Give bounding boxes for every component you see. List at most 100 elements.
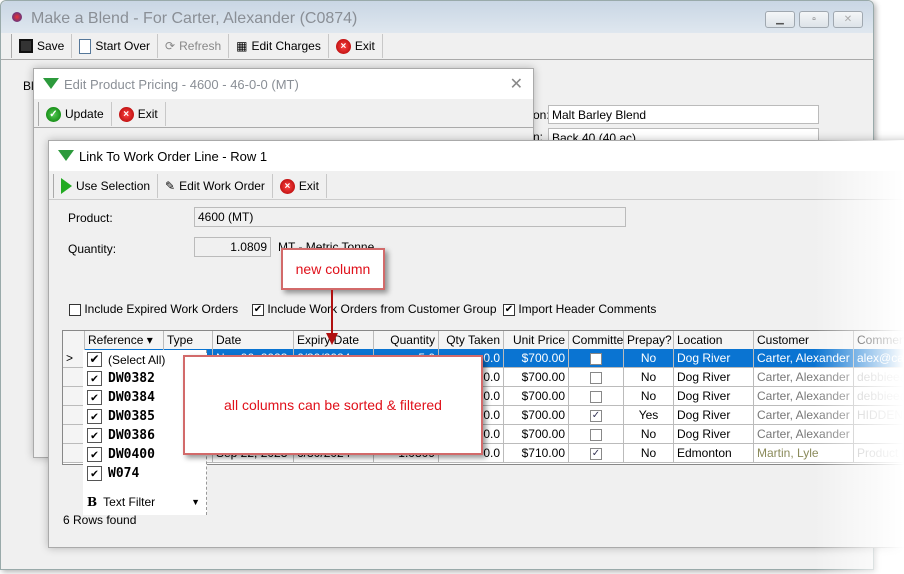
column-header-reference[interactable]: Reference ▾ — [85, 331, 164, 349]
arrow-down-icon — [326, 333, 338, 345]
committed-checkbox[interactable]: ✓ — [590, 409, 602, 422]
title-bar: Make a Blend - For Carter, Alexander (C0… — [1, 1, 873, 33]
cell-unit-price: $700.00 — [504, 425, 569, 443]
row-indicator — [63, 444, 85, 462]
text-filter-button[interactable]: B Text Filter ▼ — [83, 491, 206, 513]
committed-checkbox[interactable] — [590, 428, 602, 441]
column-header-prepay-[interactable]: Prepay? — [624, 331, 674, 349]
dialog-title: Edit Product Pricing - 4600 - 46-0-0 (MT… — [64, 77, 299, 92]
app-icon — [12, 12, 22, 22]
main-toolbar: Save Start Over ⟳ Refresh ▦ Edit Charges ×… — [11, 33, 383, 59]
app-logo-icon — [58, 150, 74, 161]
filter-item-label: W074 — [108, 466, 140, 481]
filter-item-label: DW0385 — [108, 409, 155, 424]
filter-item[interactable]: ✔ W074 — [83, 464, 206, 483]
edit-work-order-button[interactable]: ✎ Edit Work Order — [158, 174, 273, 198]
filter-item-label: DW0386 — [108, 428, 155, 443]
cell-prepay-: No — [624, 387, 674, 405]
product-field: 4600 (MT) — [194, 207, 626, 227]
committed-checkbox[interactable] — [590, 352, 602, 365]
row-indicator — [63, 368, 85, 386]
committed-checkbox[interactable] — [590, 390, 602, 403]
grid-header: Reference ▾ Type Date Expiry Date Quantity Qt… — [63, 331, 904, 350]
column-header-date[interactable]: Date — [213, 331, 294, 349]
cell-committed[interactable] — [569, 387, 624, 405]
column-header-unit-price[interactable]: Unit Price — [504, 331, 569, 349]
sort-filter-callout: all columns can be sorted & filtered — [183, 355, 483, 455]
import-header-comments-checkbox[interactable]: ✔ Import Header Comments — [503, 302, 656, 316]
column-header-type[interactable]: Type — [164, 331, 213, 349]
new-column-callout: new column — [281, 248, 385, 290]
include-customer-group-checkbox[interactable]: ✔ Include Work Orders from Customer Grou… — [252, 302, 497, 316]
filter-item-label: DW0400 — [108, 447, 155, 462]
checkbox[interactable]: ✔ — [87, 409, 102, 424]
checkbox[interactable]: ✔ — [87, 390, 102, 405]
cell-location: Dog River — [674, 368, 754, 386]
close-circle-icon: × — [279, 178, 295, 194]
app-logo-icon — [43, 78, 59, 89]
cell-committed[interactable] — [569, 368, 624, 386]
description-input[interactable]: Malt Barley Blend — [548, 105, 819, 124]
column-header-qty-taken[interactable]: Qty Taken — [439, 331, 504, 349]
use-selection-button[interactable]: Use Selection — [53, 174, 159, 198]
edit-charges-button[interactable]: ▦ Edit Charges — [229, 34, 329, 58]
checkbox[interactable]: ✔ — [87, 352, 102, 367]
row-header-corner — [63, 331, 85, 349]
checkbox[interactable]: ✔ — [87, 447, 102, 462]
cell-prepay-: No — [624, 349, 674, 367]
play-icon — [61, 178, 72, 194]
cell-unit-price: $700.00 — [504, 387, 569, 405]
cell-committed[interactable]: ✓ — [569, 444, 624, 462]
close-icon[interactable]: ✕ — [510, 74, 523, 94]
committed-checkbox[interactable]: ✓ — [590, 447, 602, 460]
checkbox[interactable]: ✔ — [87, 466, 102, 481]
dialog-title: Link To Work Order Line - Row 1 — [79, 149, 268, 164]
column-header-location[interactable]: Location — [674, 331, 754, 349]
filter-item-label: (Select All) — [108, 352, 166, 367]
refresh-icon: ⟳ — [165, 39, 176, 53]
update-button[interactable]: ✓ Update — [38, 102, 112, 126]
cell-unit-price: $710.00 — [504, 444, 569, 462]
committed-checkbox[interactable] — [590, 371, 602, 384]
cell-unit-price: $700.00 — [504, 349, 569, 367]
refresh-button[interactable]: ⟳ Refresh — [158, 34, 230, 58]
maximize-button[interactable]: ▫ — [799, 11, 829, 28]
checkbox[interactable]: ✔ — [87, 371, 102, 386]
minimize-button[interactable]: ▁ — [765, 11, 795, 28]
close-button[interactable]: ✕ — [833, 11, 863, 28]
column-header-committed[interactable]: Committed — [569, 331, 624, 349]
cell-location: Dog River — [674, 406, 754, 424]
save-icon — [19, 39, 33, 53]
exit-button[interactable]: × Exit — [273, 174, 327, 198]
column-header-quantity[interactable]: Quantity — [374, 331, 439, 349]
include-expired-checkbox[interactable]: Include Expired Work Orders — [69, 302, 238, 316]
cell-committed[interactable]: ✓ — [569, 406, 624, 424]
filter-item-label: DW0384 — [108, 390, 155, 405]
cell-location: Dog River — [674, 349, 754, 367]
window-title: Make a Blend - For Carter, Alexander (C0… — [31, 10, 358, 27]
cell-prepay-: No — [624, 444, 674, 462]
cell-location: Dog River — [674, 387, 754, 405]
cell-committed[interactable] — [569, 425, 624, 443]
close-circle-icon: × — [335, 38, 351, 54]
save-button[interactable]: Save — [11, 34, 73, 58]
checkbox[interactable]: ✔ — [87, 428, 102, 443]
rows-found-status: 6 Rows found — [63, 513, 137, 527]
row-indicator — [63, 387, 85, 405]
exit-button[interactable]: × Exit — [112, 102, 166, 126]
cell-unit-price: $700.00 — [504, 368, 569, 386]
arrow-line — [331, 290, 333, 335]
filter-item-label: DW0382 — [108, 371, 155, 386]
row-indicator: > — [63, 349, 85, 367]
cell-location: Edmonton — [674, 444, 754, 462]
quantity-field: 1.0809 — [194, 237, 271, 257]
exit-button[interactable]: × Exit — [329, 34, 383, 58]
cell-unit-price: $700.00 — [504, 406, 569, 424]
check-circle-icon: ✓ — [46, 106, 61, 122]
row-indicator — [63, 406, 85, 424]
cell-committed[interactable] — [569, 349, 624, 367]
cell-prepay-: No — [624, 368, 674, 386]
start-over-button[interactable]: Start Over — [72, 34, 159, 58]
cell-prepay-: Yes — [624, 406, 674, 424]
grid-icon: ▦ — [236, 39, 248, 53]
